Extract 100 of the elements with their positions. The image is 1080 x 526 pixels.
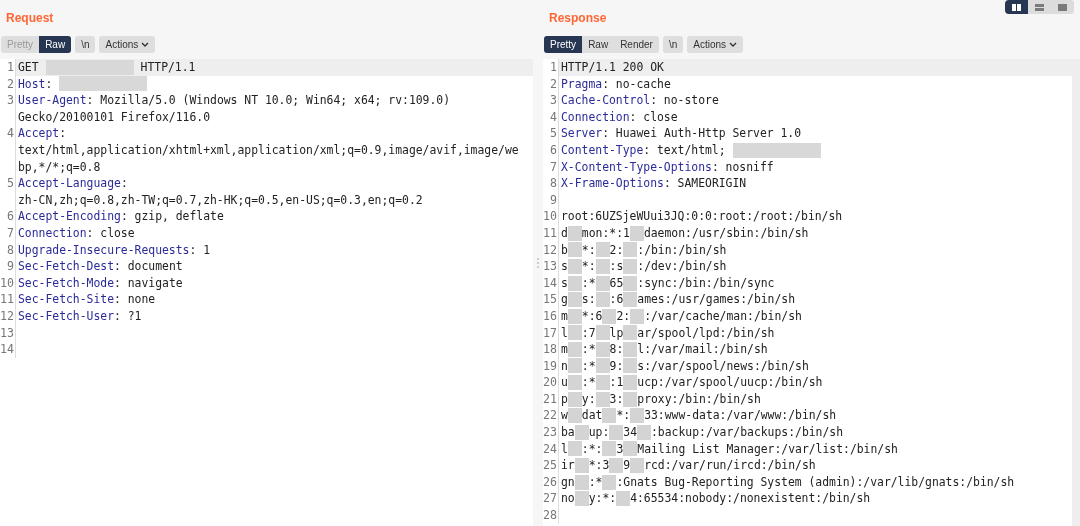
redaction-block [567, 275, 582, 291]
layout-button[interactable] [1005, 0, 1028, 14]
redaction-block [623, 391, 638, 407]
redaction-block [567, 325, 582, 341]
code-text: : [120, 175, 128, 192]
line-number: 10 [543, 208, 557, 225]
newline-button[interactable]: \n [75, 35, 96, 53]
redaction-block [629, 225, 644, 241]
code-text: : [45, 75, 53, 93]
code-text: 2: [616, 307, 631, 325]
line-number: 8 [7, 241, 14, 259]
redaction-block [567, 441, 582, 457]
view-tab[interactable]: Raw [582, 35, 615, 53]
code-text: :/bin:/bin/sh [637, 241, 727, 259]
code-text: *: [616, 407, 631, 425]
header-name: Server [561, 125, 603, 142]
code-text: ir [561, 457, 575, 474]
code-text: m [561, 307, 568, 325]
header-name: Accept-Language [18, 175, 121, 192]
line-number: 17 [543, 324, 557, 342]
code-text: y: [581, 390, 596, 408]
code-text: :* [581, 274, 596, 292]
view-tab[interactable]: Raw [39, 35, 72, 53]
code-text: l [561, 324, 568, 342]
redaction-block [567, 258, 582, 274]
redaction-block [567, 225, 582, 241]
splitter-handle-icon[interactable] [537, 258, 539, 268]
redaction-block [602, 408, 617, 424]
code-text: :* [588, 473, 603, 491]
code-text: : ?1 [114, 307, 142, 325]
actions-button[interactable]: Actions [99, 35, 156, 53]
code-text: : navigate [114, 274, 183, 292]
code-text: :sync:/bin:/bin/sync [637, 274, 775, 292]
code-text: : Huawei Auth-Http Server 1.0 [602, 125, 802, 142]
line-number: 27 [543, 490, 557, 508]
line-number: 2 [7, 75, 14, 93]
header-name: Host [18, 75, 46, 93]
line-number: 24 [543, 440, 557, 458]
caret-icon [729, 41, 738, 47]
line-number: 5 [7, 175, 14, 193]
redaction-block [602, 308, 617, 324]
line-number: 18 [543, 341, 557, 358]
line-number: 6 [550, 141, 557, 159]
code-text: u [561, 374, 568, 391]
view-tab[interactable]: Pretty [544, 35, 583, 53]
line-number: 20 [543, 374, 557, 391]
caret-icon [141, 41, 150, 47]
code-text: mon:*:1 [581, 224, 630, 242]
view-tab[interactable]: Render [614, 35, 659, 53]
line-number: 3 [7, 92, 14, 110]
redaction-block [567, 242, 582, 258]
actions-button[interactable]: Actions [687, 35, 744, 53]
line-number: 14 [0, 341, 14, 358]
line-number: 5 [550, 125, 557, 142]
redaction-block [567, 391, 582, 407]
newline-button[interactable]: \n [662, 35, 684, 53]
line-number: 15 [543, 291, 557, 308]
header-name: Sec-Fetch-Dest [18, 258, 114, 275]
redaction-block [602, 441, 617, 457]
line-number: 13 [543, 258, 557, 275]
code-text: :* [581, 357, 596, 375]
code-text: lp [609, 324, 624, 342]
line-number: 6 [7, 208, 14, 225]
line-number: 19 [543, 357, 557, 375]
code-text: l [561, 440, 568, 458]
code-text: 3 [616, 440, 624, 458]
redaction-block [623, 292, 638, 308]
redaction-block [595, 391, 610, 407]
code-text: ar/spool/lpd:/bin/sh [637, 324, 775, 342]
redaction-block [595, 258, 610, 274]
header-name: X-Frame-Options [561, 175, 664, 192]
code-text: *: [581, 258, 596, 275]
code-text: dat [581, 407, 603, 425]
code-text: : gzip, deflate [120, 208, 224, 225]
redaction-block [602, 474, 617, 490]
redaction-block [574, 458, 589, 474]
line-number: 3 [550, 92, 557, 109]
redaction-block [574, 424, 589, 440]
redaction-block [623, 441, 638, 457]
code-text: : no-cache [602, 75, 671, 93]
line-number: 2 [550, 75, 557, 93]
code-text: up: [588, 424, 610, 441]
code-text: : 1 [189, 241, 211, 259]
pane-title: Request [6, 10, 54, 27]
code-text: s [561, 258, 568, 275]
code-text: s [561, 274, 568, 292]
line-number: 23 [543, 424, 557, 441]
redaction-block [623, 325, 638, 341]
redaction-block [623, 341, 638, 357]
code-text: :*: [581, 440, 603, 458]
redaction-block [595, 242, 610, 258]
line-number: 13 [0, 324, 14, 342]
code-text: ucp:/var/spool/uucp:/bin/sh [637, 374, 823, 391]
code-text: HTTP/1.1 200 OK [561, 59, 664, 76]
layout-icon [1035, 3, 1044, 11]
code-text: ames:/usr/games:/bin/sh [637, 291, 796, 308]
code-text: s:/var/spool/news:/bin/sh [637, 357, 809, 375]
code-text: : close [629, 108, 678, 126]
header-name: Content-Type [561, 141, 644, 159]
redaction-block [637, 424, 651, 440]
